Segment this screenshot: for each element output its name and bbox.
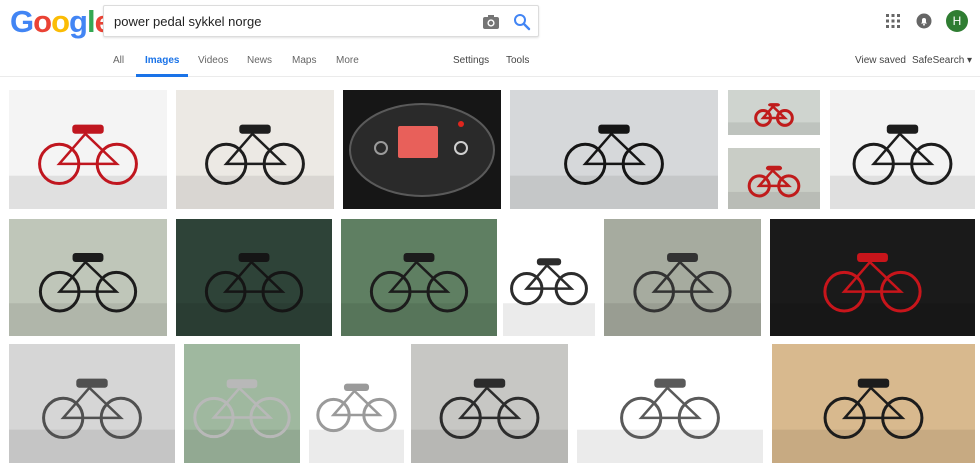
logo-letter: g — [69, 4, 88, 39]
tab-videos[interactable]: Videos — [198, 55, 228, 66]
tab-news[interactable]: News — [247, 55, 272, 66]
safesearch-menu[interactable]: SafeSearch ▾ — [912, 55, 972, 66]
active-tab-indicator — [136, 74, 188, 77]
google-logo[interactable]: Google — [10, 4, 112, 40]
logo-letter: l — [86, 4, 96, 39]
image-result[interactable] — [184, 344, 300, 463]
image-result[interactable] — [830, 90, 975, 209]
image-result[interactable] — [341, 219, 497, 336]
camera-icon[interactable] — [481, 12, 501, 32]
image-result[interactable] — [176, 90, 334, 209]
tab-more[interactable]: More — [336, 55, 359, 66]
logo-letter: o — [51, 4, 70, 39]
logo-letter: G — [10, 4, 34, 39]
image-result[interactable] — [309, 344, 404, 463]
apps-grid-icon[interactable] — [886, 14, 900, 28]
image-result[interactable] — [510, 90, 718, 209]
image-result[interactable] — [411, 344, 568, 463]
image-result[interactable] — [503, 219, 595, 336]
image-result[interactable] — [176, 219, 332, 336]
image-result[interactable] — [9, 219, 167, 336]
image-result[interactable] — [343, 90, 501, 209]
image-result[interactable] — [728, 90, 820, 135]
image-result[interactable] — [770, 219, 975, 336]
image-result[interactable] — [772, 344, 975, 463]
image-result[interactable] — [577, 344, 763, 463]
header: Google power pedal sykkel norge H All Im… — [0, 0, 980, 77]
tab-all[interactable]: All — [113, 55, 124, 66]
search-icon[interactable] — [512, 12, 532, 32]
avatar[interactable]: H — [946, 10, 968, 32]
view-saved-link[interactable]: View saved — [855, 55, 906, 66]
image-results-grid — [0, 86, 980, 467]
tools-link[interactable]: Tools — [506, 55, 529, 66]
image-result[interactable] — [604, 219, 761, 336]
image-result[interactable] — [9, 90, 167, 209]
search-tabs: All Images Videos News Maps More Setting… — [0, 48, 980, 77]
tab-maps[interactable]: Maps — [292, 55, 316, 66]
search-input[interactable]: power pedal sykkel norge — [114, 14, 261, 29]
image-result[interactable] — [9, 344, 175, 463]
logo-letter: o — [33, 4, 52, 39]
notifications-icon[interactable] — [916, 13, 932, 29]
search-box[interactable]: power pedal sykkel norge — [103, 5, 539, 37]
settings-link[interactable]: Settings — [453, 55, 489, 66]
tab-images[interactable]: Images — [145, 55, 179, 66]
image-result[interactable] — [728, 148, 820, 209]
